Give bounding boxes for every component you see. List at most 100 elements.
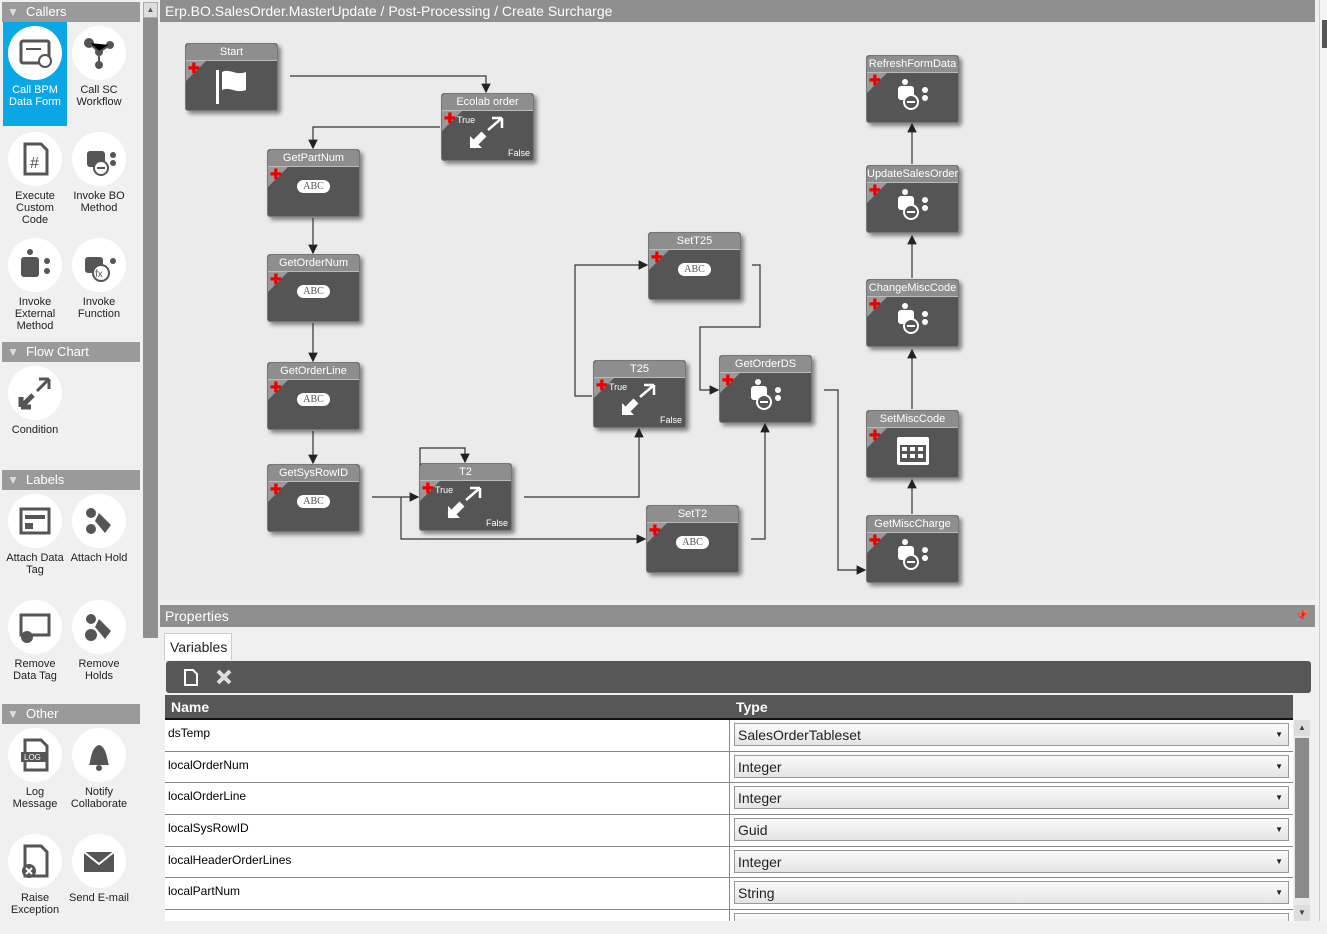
node-t2[interactable]: T2 ✚ True False <box>419 463 512 531</box>
tool-item[interactable]: fx Invoke Function <box>67 234 131 338</box>
tool-item[interactable]: Send E-mail <box>67 830 131 934</box>
tool-item[interactable]: Call BPM Data Form <box>3 22 67 126</box>
section-header-1[interactable]: ▼ Flow Chart <box>2 342 140 362</box>
node-title: GetOrderLine <box>268 363 359 380</box>
tool-label: Notify Collaborate <box>70 786 128 810</box>
type-select[interactable]: SalesOrderTableset ▼ <box>734 723 1289 746</box>
type-select[interactable]: Integer ▼ <box>734 849 1289 873</box>
section-header-2[interactable]: ▼ Labels <box>2 470 140 490</box>
delete-variable-icon[interactable] <box>216 669 232 685</box>
tool-item[interactable]: # Execute Custom Code <box>3 128 67 232</box>
type-value: Integer <box>738 790 782 807</box>
table-row[interactable]: ▼ <box>165 910 1293 921</box>
node-t25[interactable]: T25 ✚ True False <box>593 360 686 428</box>
node-getorderline[interactable]: GetOrderLine ✚ ABC <box>267 362 360 430</box>
tool-item[interactable]: Condition <box>3 362 67 466</box>
node-sett25[interactable]: SetT25 ✚ ABC <box>648 232 741 300</box>
node-title: SetT25 <box>649 233 740 250</box>
toolbox-scrollbar[interactable]: ▲ <box>143 2 158 638</box>
node-changemisccode[interactable]: ChangeMiscCode ✚ <box>866 279 959 347</box>
abc-icon: ABC <box>676 536 709 549</box>
tool-item[interactable]: Attach Hold <box>67 490 131 594</box>
node-ecolab order[interactable]: Ecolab order ✚ True False <box>441 93 534 161</box>
variable-name[interactable]: localHeaderOrderLines <box>165 846 730 878</box>
tool-item[interactable]: Remove Holds <box>67 596 131 700</box>
properties-title: Properties <box>165 608 229 624</box>
tool-label: Call SC Workflow <box>76 84 122 108</box>
dropdown-arrow-icon: ▼ <box>1275 825 1283 835</box>
type-select[interactable]: String ▼ <box>734 881 1289 905</box>
node-refreshformdata[interactable]: RefreshFormData ✚ <box>866 55 959 123</box>
tool-label: Remove Holds <box>78 658 120 682</box>
type-select[interactable]: Guid ▼ <box>734 818 1289 842</box>
breadcrumb-title: Erp.BO.SalesOrder.MasterUpdate / Post-Pr… <box>160 0 1315 22</box>
table-row[interactable]: localSysRowID Guid ▼ <box>165 815 1293 847</box>
variable-name[interactable]: dsTemp <box>165 720 730 751</box>
bo-method-icon <box>750 379 781 410</box>
section-title: Labels <box>26 472 65 487</box>
node-getpartnum[interactable]: GetPartNum ✚ ABC <box>267 149 360 217</box>
tool-item[interactable]: Invoke External Method <box>3 234 67 338</box>
hold-icon <box>72 494 126 548</box>
node-getmisccharge[interactable]: GetMiscCharge ✚ <box>866 515 959 583</box>
bo-method-icon <box>897 539 928 570</box>
node-getordernum[interactable]: GetOrderNum ✚ ABC <box>267 254 360 322</box>
node-sett2[interactable]: SetT2 ✚ ABC <box>646 505 739 573</box>
svg-text:LOG: LOG <box>24 753 41 762</box>
exception-icon <box>8 834 62 888</box>
bo-method-icon <box>897 79 928 110</box>
tool-item[interactable]: Call SC Workflow <box>67 22 131 126</box>
tool-label: Invoke BO Method <box>73 190 125 214</box>
tool-item[interactable]: Invoke BO Method <box>67 128 131 232</box>
section-header-3[interactable]: ▼ Other <box>2 704 140 724</box>
node-title: GetOrderNum <box>268 255 359 272</box>
tool-item[interactable]: LOG Log Message <box>3 724 67 828</box>
grid-header: Name Type <box>165 695 1293 720</box>
type-value: Integer <box>738 758 782 775</box>
variable-name[interactable]: localPartNum <box>165 878 730 910</box>
column-type[interactable]: Type <box>730 695 768 718</box>
node-setmisccode[interactable]: SetMiscCode ✚ <box>866 410 959 478</box>
tool-item[interactable]: Remove Data Tag <box>3 596 67 700</box>
new-variable-icon[interactable] <box>184 668 198 686</box>
svg-text:#: # <box>30 155 39 172</box>
type-select[interactable]: ▼ <box>734 913 1289 921</box>
function-icon: fx <box>72 238 126 292</box>
condition-icon <box>8 366 62 420</box>
variable-name[interactable]: localOrderNum <box>165 751 730 783</box>
node-start[interactable]: Start ✚ <box>185 43 278 111</box>
table-row[interactable]: localPartNum String ▼ <box>165 878 1293 911</box>
type-select[interactable]: Integer ▼ <box>734 786 1289 810</box>
tool-label: Attach Data Tag <box>6 552 64 576</box>
node-title: ChangeMiscCode <box>867 280 958 297</box>
tool-item[interactable]: Attach Data Tag <box>3 490 67 594</box>
abc-icon: ABC <box>297 393 330 406</box>
column-name[interactable]: Name <box>165 695 730 718</box>
node-getorderds[interactable]: GetOrderDS ✚ <box>719 355 812 423</box>
variable-name[interactable]: localOrderLine <box>165 783 730 815</box>
section-header-0[interactable]: ▼ Callers <box>2 2 140 22</box>
table-row[interactable]: dsTemp SalesOrderTableset ▼ <box>165 720 1293 752</box>
variable-name[interactable] <box>165 910 730 921</box>
tool-item[interactable]: Notify Collaborate <box>67 724 131 828</box>
section-title: Other <box>26 706 59 721</box>
chevron-down-icon: ▼ <box>7 5 19 19</box>
table-row[interactable]: localOrderLine Integer ▼ <box>165 783 1293 816</box>
type-select[interactable]: Integer ▼ <box>734 754 1289 778</box>
scroll-up-button[interactable]: ▲ <box>143 2 158 18</box>
dropdown-arrow-icon: ▼ <box>1275 888 1283 898</box>
node-updatesalesorder[interactable]: UpdateSalesOrder ✚ <box>866 165 959 233</box>
table-row[interactable]: localOrderNum Integer ▼ <box>165 751 1293 784</box>
type-value: SalesOrderTableset <box>738 727 861 743</box>
chevron-down-icon: ▼ <box>7 473 19 487</box>
tool-item[interactable]: Raise Exception <box>3 830 67 934</box>
right-scrollbar[interactable] <box>1319 0 1327 921</box>
abc-icon: ABC <box>297 180 330 193</box>
abc-icon: ABC <box>297 285 330 298</box>
variable-name[interactable]: localSysRowID <box>165 815 730 846</box>
pin-icon[interactable]: 📌 <box>1295 605 1309 627</box>
node-getsysrowid[interactable]: GetSysRowID ✚ ABC <box>267 464 360 532</box>
tab-variables[interactable]: Variables <box>164 633 232 660</box>
grid-scrollbar[interactable]: ▲ ▼ <box>1294 720 1310 921</box>
table-row[interactable]: localHeaderOrderLines Integer ▼ <box>165 846 1293 879</box>
